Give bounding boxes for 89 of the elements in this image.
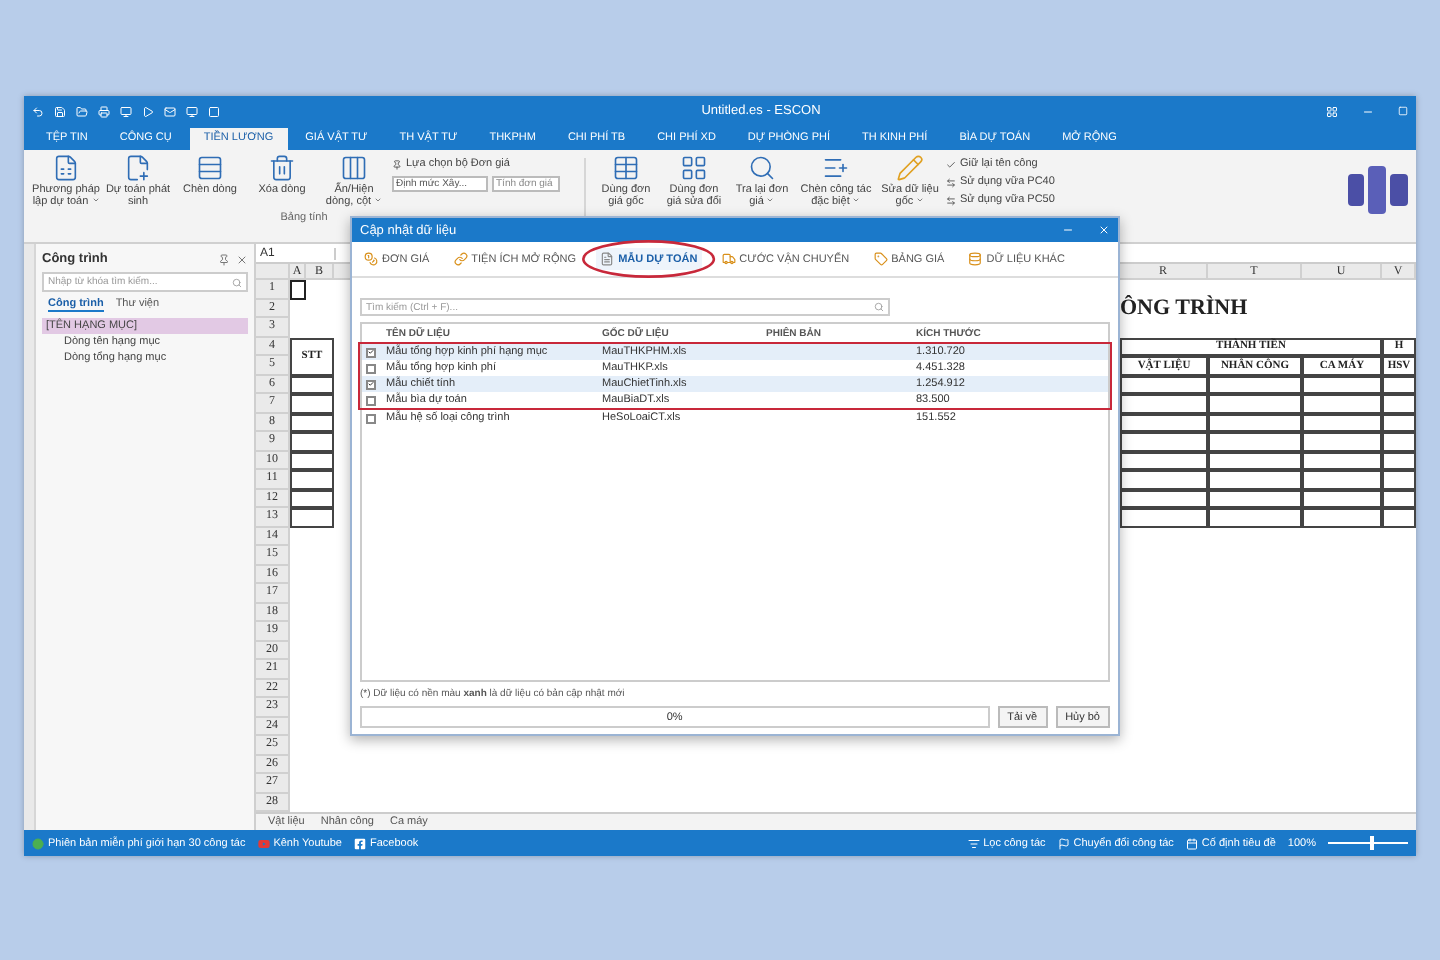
sheet-cell[interactable] [1302,375,1382,394]
search-icon [232,277,242,287]
sheet-cell[interactable] [290,432,334,451]
grid-icon [680,154,708,182]
link-icon [453,252,468,266]
status-dot-icon [32,837,44,849]
sheet-cell[interactable] [1382,451,1416,470]
columns-icon [340,154,368,182]
sheet-cell[interactable] [1382,508,1416,527]
sheet-cell[interactable] [1120,394,1208,413]
row-checkbox[interactable] [366,347,376,357]
row-checkbox[interactable] [366,395,376,405]
sheet-cell[interactable] [1382,413,1416,432]
toolbar-icon[interactable] [120,105,132,117]
sheet-cell[interactable] [1208,470,1302,489]
video-icon [257,837,270,849]
sheet-cell[interactable] [1382,394,1416,413]
maximize-icon[interactable] [1398,106,1408,116]
toolbar-icon[interactable] [54,105,66,117]
database-icon [968,252,983,266]
sheet-cell[interactable] [1382,375,1416,394]
trash-icon [268,154,296,182]
logo-icon [1348,166,1408,214]
sheet-title: ÔNG TRÌNH [1120,299,1250,318]
sheet-cell[interactable] [1302,489,1382,508]
sheet-cell[interactable] [1120,489,1208,508]
sheet-cell[interactable] [290,489,334,508]
truck-icon [721,252,736,266]
toolbar-icon[interactable] [32,105,44,117]
file-plus-icon [124,154,152,182]
sheet-cell[interactable] [290,470,334,489]
sheet-cell[interactable] [1382,470,1416,489]
sheet-cell[interactable] [290,451,334,470]
sheet-cell[interactable] [290,508,334,527]
pencil-icon [896,154,924,182]
sheet-cell[interactable] [1302,413,1382,432]
sheet-cell[interactable] [1120,413,1208,432]
sheet-cell[interactable] [1302,432,1382,451]
search-icon [748,154,776,182]
sheet-cell[interactable] [1208,432,1302,451]
sheet-cell[interactable] [1208,394,1302,413]
list-plus-icon [822,154,850,182]
sheet-cell[interactable] [1120,432,1208,451]
sheet-cell[interactable] [1208,508,1302,527]
sheet-cell[interactable] [1120,451,1208,470]
coins-icon [364,252,378,266]
sheet-cell[interactable] [1208,413,1302,432]
toolbar-icon[interactable] [186,105,198,117]
pin-icon [392,159,402,169]
swap-icon [946,177,956,187]
sheet-cell[interactable] [1208,375,1302,394]
sheet-cell[interactable] [1120,375,1208,394]
sheet-cell[interactable] [290,413,334,432]
check-icon [946,159,956,169]
sheet-cell[interactable] [1302,470,1382,489]
toolbar-icon[interactable] [142,105,154,117]
close-icon[interactable] [236,253,248,265]
sheet-cell[interactable] [290,394,334,413]
table-icon [612,154,640,182]
sheet-cell[interactable] [1208,489,1302,508]
row-checkbox[interactable] [366,363,376,373]
row-checkbox[interactable] [366,379,376,389]
sheet-cell[interactable] [1120,470,1208,489]
toolbar-icon[interactable] [98,105,110,117]
tag-icon [873,252,888,266]
row-checkbox[interactable] [366,413,376,423]
toolbar-icon[interactable] [208,105,220,117]
calendar-icon [1185,837,1198,849]
sheet-cell[interactable] [1120,508,1208,527]
swap-icon [946,195,956,205]
flag-icon [1057,837,1070,849]
spreadsheet-icon [52,154,80,182]
sheet-cell[interactable] [1302,451,1382,470]
search-icon [874,302,884,312]
social-icon [353,837,366,849]
toolbar-icon[interactable] [76,105,88,117]
rows-icon [196,154,224,182]
sheet-cell[interactable] [1382,432,1416,451]
toolbar-icon[interactable] [164,105,176,117]
document-icon [600,252,615,266]
sheet-cell[interactable] [1382,489,1416,508]
sheet-cell[interactable] [290,375,334,394]
ribbon-display-icon[interactable] [1326,105,1338,117]
pin-icon[interactable] [218,253,230,265]
sheet-cell[interactable] [1302,394,1382,413]
sheet-cell[interactable] [1302,508,1382,527]
sheet-cell[interactable] [1208,451,1302,470]
selected-cell[interactable] [290,280,306,299]
filter-icon [967,837,980,849]
